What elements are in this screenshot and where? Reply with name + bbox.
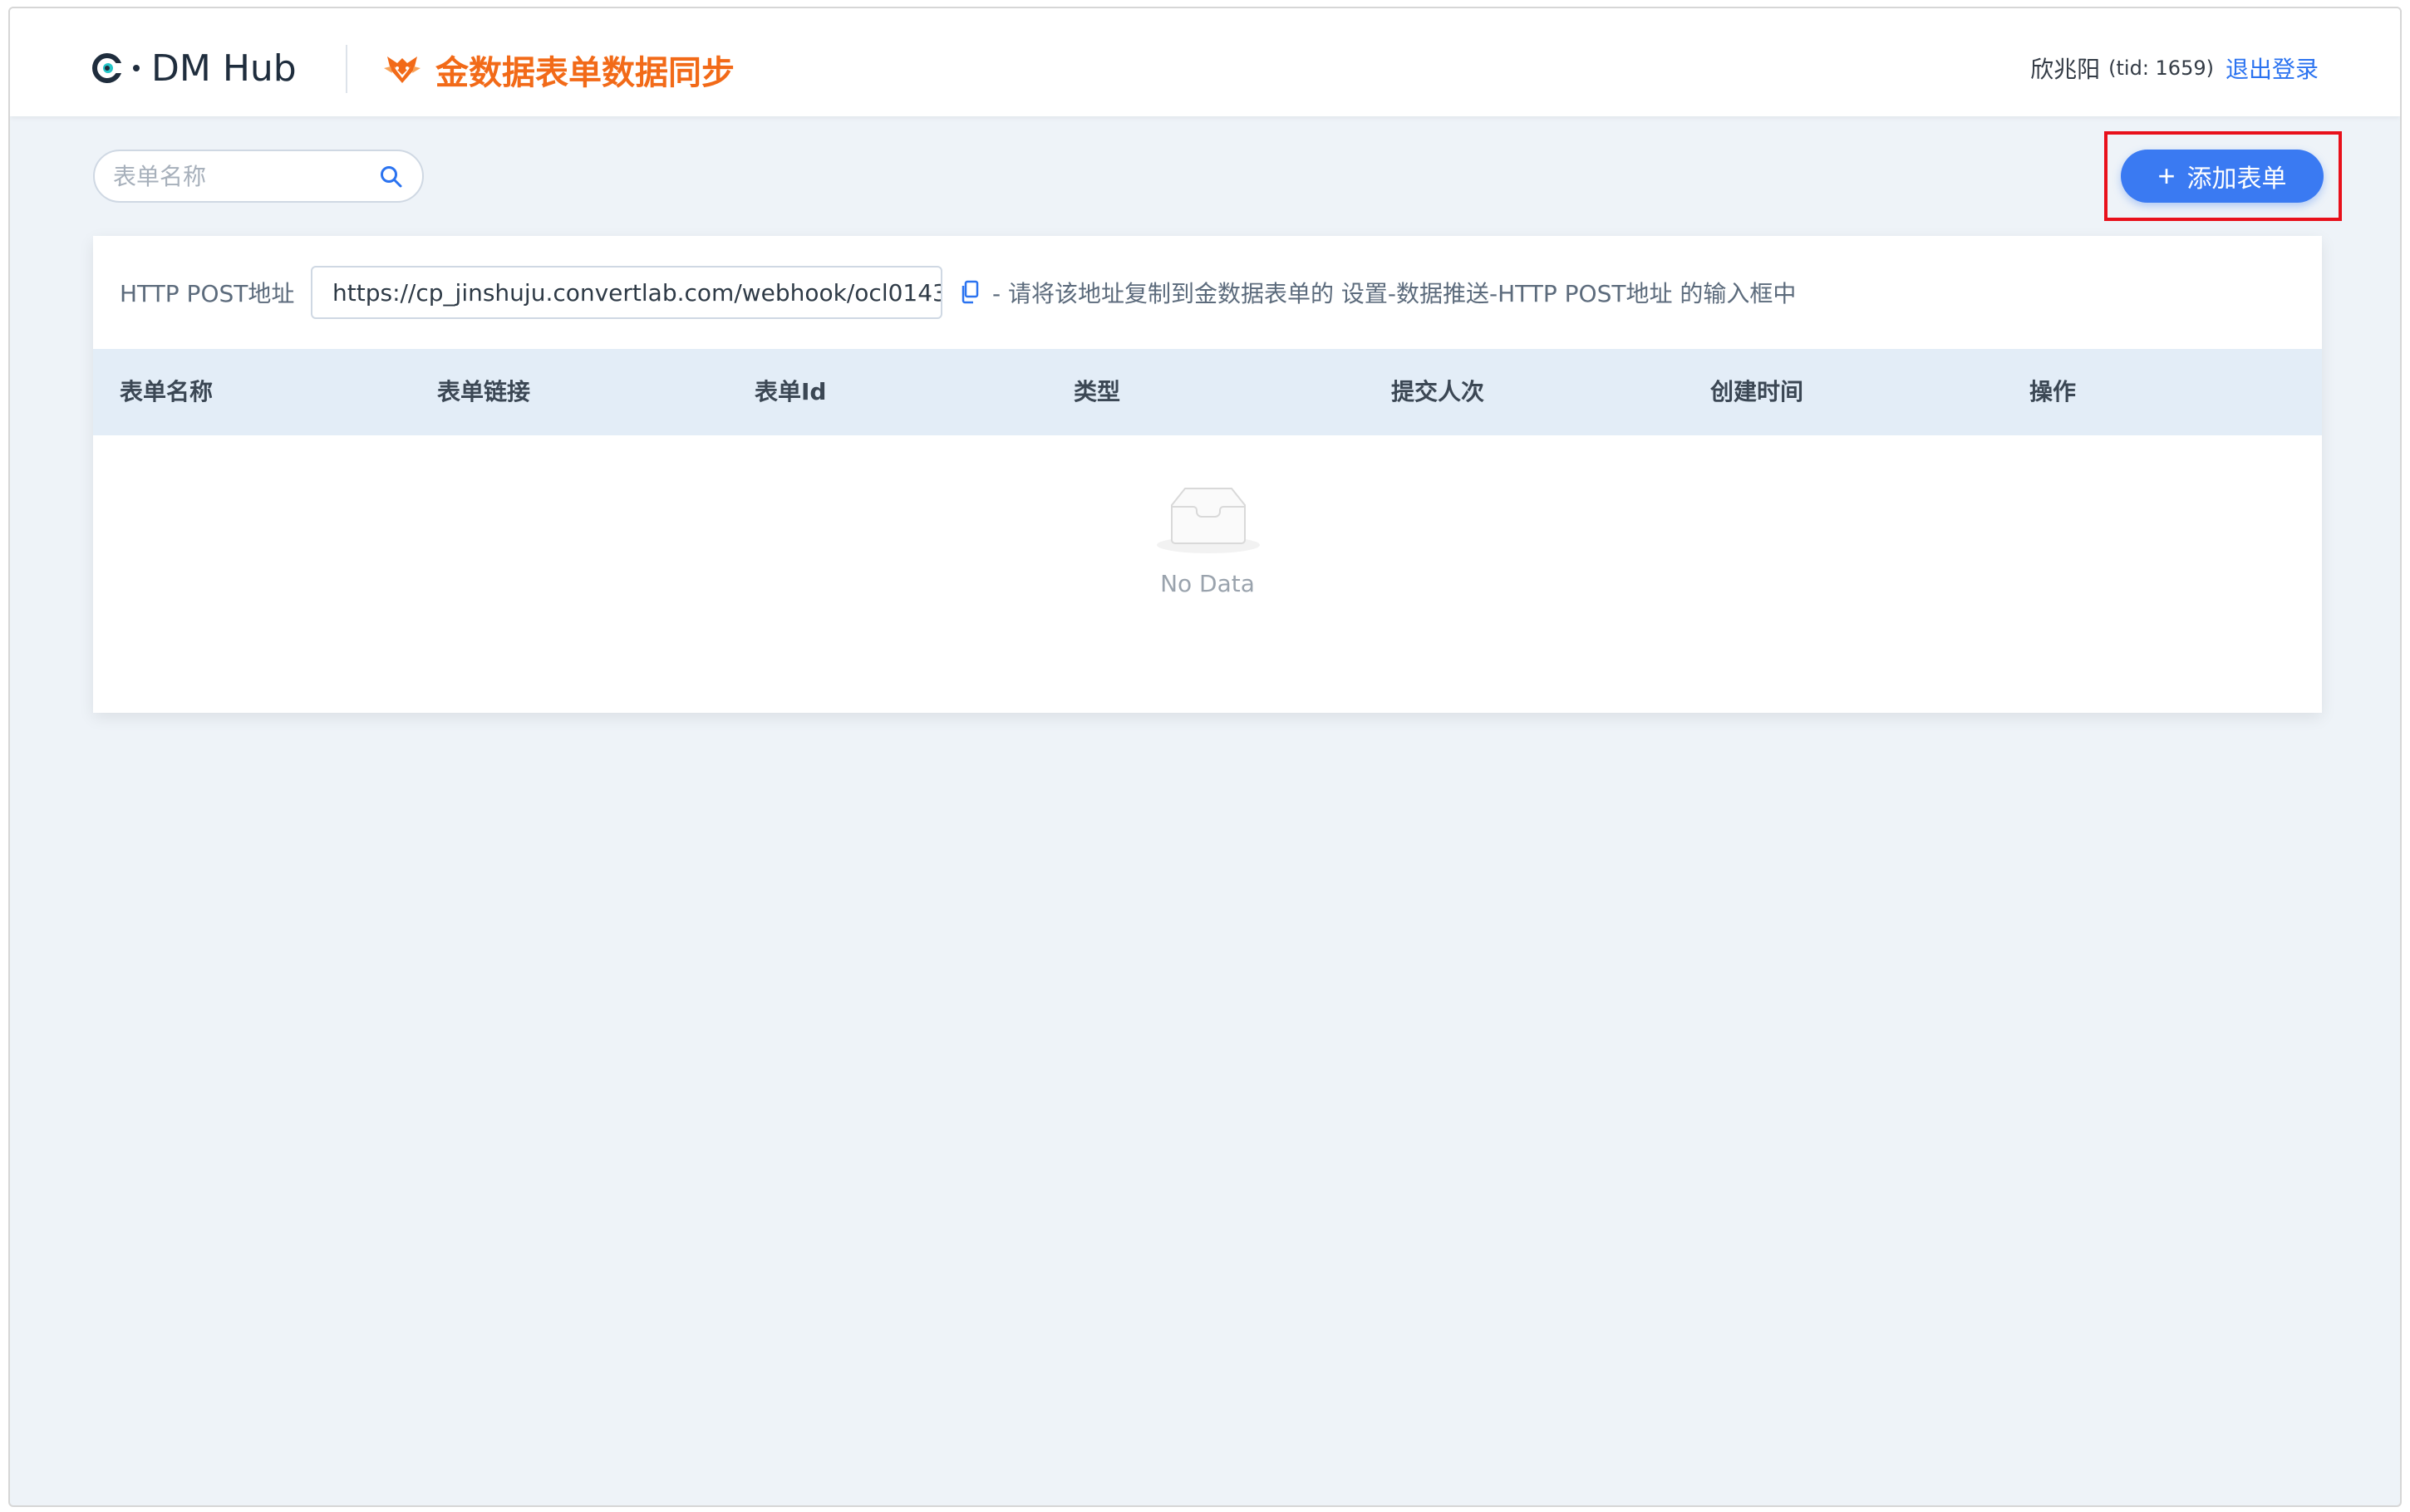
column-header-type[interactable]: 类型 [1074,349,1120,435]
app-title: 金数据表单数据同步 [382,45,735,95]
column-header-form-id[interactable]: 表单Id [755,349,826,435]
http-post-hint: - 请将该地址复制到金数据表单的 设置-数据推送-HTTP POST地址 的输入… [992,280,1797,307]
top-header: DM Hub 金数据表单数据同步 欣兆阳 (tid: 1659) 退出登录 [10,8,2400,116]
brand-name: DM Hub [151,47,297,90]
column-header-submit-count[interactable]: 提交人次 [1391,349,1484,435]
header-divider [346,45,347,93]
column-header-created-time[interactable]: 创建时间 [1710,349,1803,435]
column-header-form-link[interactable]: 表单链接 [437,349,530,435]
column-header-actions[interactable]: 操作 [2029,349,2076,435]
search-input[interactable] [95,153,361,199]
fox-icon [384,56,421,83]
user-name: 欣兆阳 [2030,56,2101,83]
user-area: 欣兆阳 (tid: 1659) 退出登录 [2030,52,2319,85]
copy-icon[interactable] [959,280,981,305]
add-form-label: 添加表单 [2186,165,2287,193]
tenant-id: (tid: 1659) [2108,56,2214,80]
http-post-row: HTTP POST地址 https://cp_jinshuju.convertl… [93,266,2322,319]
table-header: 表单名称 表单链接 表单Id 类型 提交人次 创建时间 操作 [93,349,2322,435]
http-post-url-field[interactable]: https://cp_jinshuju.convertlab.com/webho… [311,266,942,319]
empty-inbox-icon [1157,488,1260,553]
search-icon[interactable] [379,164,404,189]
empty-text: No Data [1160,570,1255,597]
app-window: DM Hub 金数据表单数据同步 欣兆阳 (tid: 1659) 退出登录 表单… [8,7,2402,1507]
search-box[interactable] [93,150,424,203]
forms-card: HTTP POST地址 https://cp_jinshuju.convertl… [93,236,2322,713]
empty-state: No Data [93,435,2322,713]
dmhub-logo-icon [92,53,123,83]
logout-link[interactable]: 退出登录 [2226,52,2319,85]
dmhub-logo[interactable]: DM Hub [91,43,297,93]
add-form-button[interactable]: + 添加表单 [2121,150,2324,203]
plus-icon: + [2157,159,2176,193]
http-post-label: HTTP POST地址 [120,280,295,307]
logo-separator-dot [133,65,140,71]
app-title-text: 金数据表单数据同步 [435,54,735,92]
column-header-form-name[interactable]: 表单名称 [120,349,213,435]
